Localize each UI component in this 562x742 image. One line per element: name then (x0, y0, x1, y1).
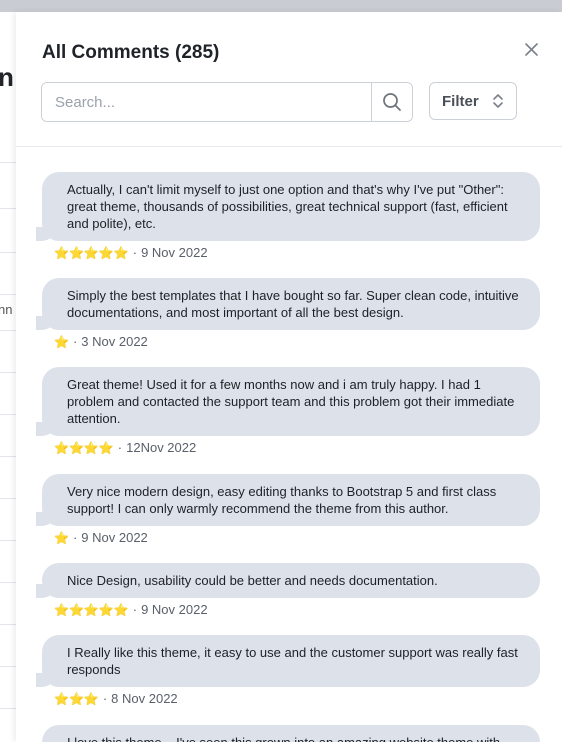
meta-separator: · (72, 334, 78, 349)
search-input[interactable] (42, 83, 371, 121)
background-table-strip (0, 12, 16, 742)
comment-date: 12Nov 2022 (126, 440, 197, 455)
comment-text: Nice Design, usability could be better a… (36, 563, 540, 598)
search-box (41, 82, 413, 122)
star-rating: ⭐ (54, 334, 69, 349)
search-button[interactable] (371, 83, 412, 121)
comment-item: Very nice modern design, easy editing th… (36, 474, 542, 545)
comment-date: 9 Nov 2022 (141, 245, 208, 260)
search-icon (383, 93, 401, 111)
comment-date: 9 Nov 2022 (141, 602, 208, 617)
comment-meta: ⭐ · 3 Nov 2022 (54, 334, 542, 349)
filter-dropdown[interactable]: Filter (429, 82, 517, 120)
comment-item: I Really like this theme, it easy to use… (36, 635, 542, 706)
star-rating: ⭐⭐⭐⭐ (54, 440, 114, 455)
filter-label: Filter (442, 92, 479, 110)
background-topbar (0, 0, 562, 12)
meta-separator: · (117, 440, 123, 455)
comment-text: I Really like this theme, it easy to use… (36, 635, 540, 687)
star-rating: ⭐⭐⭐ (54, 691, 99, 706)
comment-date: 9 Nov 2022 (81, 530, 148, 545)
comment-meta: ⭐⭐⭐⭐ · 12Nov 2022 (54, 440, 542, 455)
star-rating: ⭐ (54, 530, 69, 545)
comment-text: I love this theme... I've seen this grow… (42, 725, 540, 742)
comment-text: Actually, I can't limit myself to just o… (36, 172, 540, 241)
drawer-title: All Comments (285) (42, 42, 220, 63)
comment-text: Very nice modern design, easy editing th… (36, 474, 540, 526)
meta-separator: · (102, 691, 108, 706)
comment-text: Great theme! Used it for a few months no… (36, 367, 540, 436)
comment-item: Simply the best templates that I have bo… (36, 278, 542, 349)
comment-list: Actually, I can't limit myself to just o… (16, 147, 562, 742)
star-rating: ⭐⭐⭐⭐⭐ (54, 245, 129, 260)
comment-date: 8 Nov 2022 (111, 691, 178, 706)
comment-meta: ⭐ · 9 Nov 2022 (54, 530, 542, 545)
comment-meta: ⭐⭐⭐⭐⭐ · 9 Nov 2022 (54, 602, 542, 617)
comment-item: Great theme! Used it for a few months no… (36, 367, 542, 455)
meta-separator: · (72, 530, 78, 545)
meta-separator: · (132, 602, 138, 617)
comment-item: Actually, I can't limit myself to just o… (36, 172, 542, 260)
close-icon (524, 42, 538, 56)
chevron-up-down-icon (492, 93, 504, 109)
comment-date: 3 Nov 2022 (81, 334, 148, 349)
comment-meta: ⭐⭐⭐ · 8 Nov 2022 (54, 691, 542, 706)
comment-item: Nice Design, usability could be better a… (36, 563, 542, 617)
comment-item: I love this theme... I've seen this grow… (42, 725, 542, 742)
star-rating: ⭐⭐⭐⭐⭐ (54, 602, 129, 617)
comments-drawer: All Comments (285) Filter (16, 12, 562, 742)
background-column-fragment: nn (0, 302, 13, 317)
meta-separator: · (132, 245, 138, 260)
background-heading-fragment: n (0, 62, 14, 92)
drawer-header: All Comments (285) Filter (16, 12, 562, 147)
comment-meta: ⭐⭐⭐⭐⭐ · 9 Nov 2022 (54, 245, 542, 260)
close-button[interactable] (521, 39, 541, 59)
comment-text: Simply the best templates that I have bo… (36, 278, 540, 330)
